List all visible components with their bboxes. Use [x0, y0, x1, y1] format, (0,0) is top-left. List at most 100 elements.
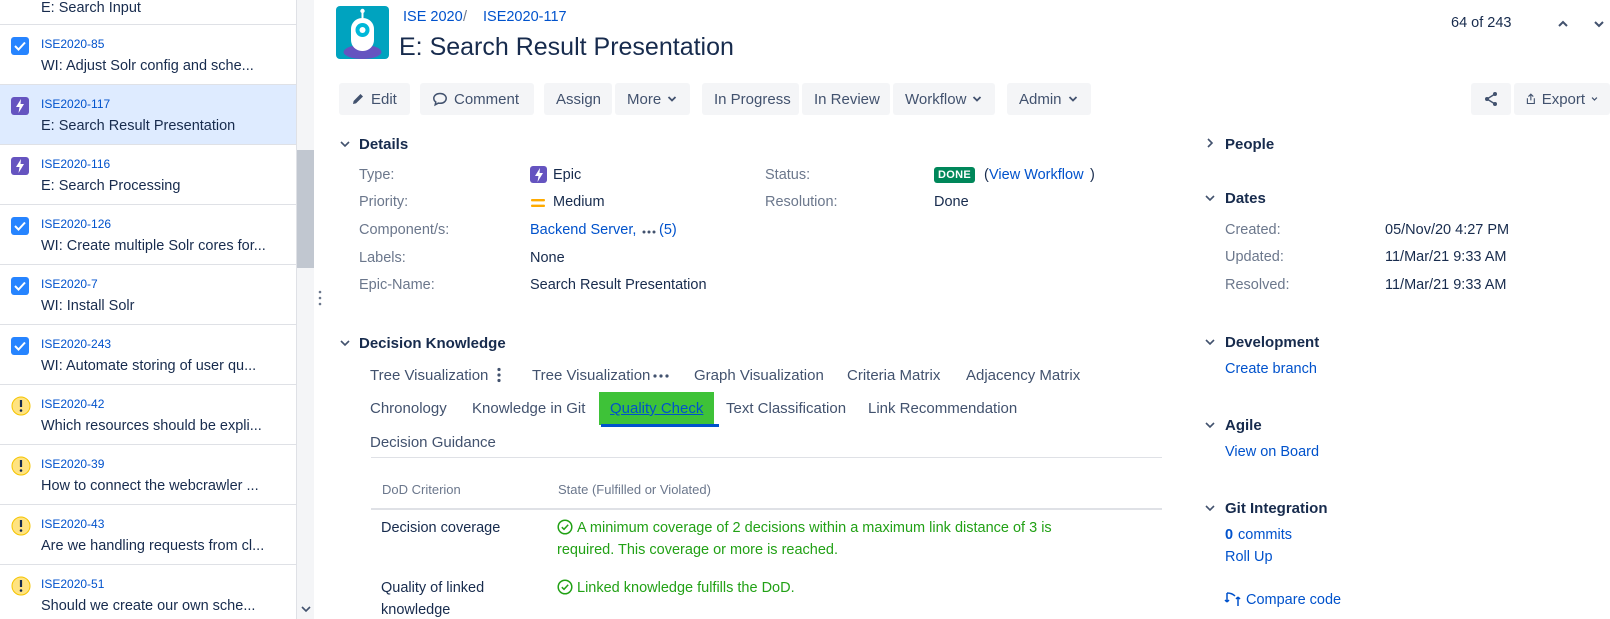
tab-tree-visualization[interactable]: Tree Visualization [370, 367, 488, 384]
chevron-down-icon[interactable] [1204, 336, 1216, 348]
details-heading[interactable]: Details [359, 136, 408, 153]
create-branch-link[interactable]: Create branch [1225, 361, 1317, 377]
issue-warning-icon [11, 576, 31, 596]
dod-criterion-text: knowledge [381, 602, 451, 618]
chevron-down-icon [668, 96, 677, 102]
edit-button[interactable]: Edit [339, 83, 410, 115]
tab-criteria-matrix[interactable]: Criteria Matrix [847, 367, 940, 384]
checkbox-icon [11, 217, 29, 235]
list-item-key[interactable]: ISE2020-42 [41, 397, 104, 411]
in-review-button[interactable]: In Review [802, 83, 890, 115]
list-item-key[interactable]: ISE2020-85 [41, 37, 104, 51]
next-issue-icon[interactable] [1589, 14, 1609, 34]
export-button[interactable]: Export [1514, 83, 1610, 115]
tab-link-recommendation[interactable]: Link Recommendation [868, 400, 1017, 417]
list-item-key[interactable]: ISE2020-117 [41, 97, 110, 111]
components-more-link[interactable]: (5) [659, 222, 677, 238]
agile-heading[interactable]: Agile [1225, 417, 1262, 434]
commits-count[interactable]: 0 [1225, 527, 1233, 543]
list-item-key[interactable]: ISE2020-116 [41, 157, 110, 171]
list-item[interactable]: ISE2020-85 WI: Adjust Solr config and sc… [0, 25, 296, 85]
dates-heading[interactable]: Dates [1225, 190, 1266, 207]
list-item[interactable]: E: Search Input [0, 0, 296, 25]
vertical-ellipsis-icon[interactable] [497, 367, 501, 383]
list-item-summary: E: Search Processing [41, 178, 181, 194]
view-workflow-link[interactable]: View Workflow [989, 167, 1084, 183]
component-link[interactable]: Backend Server, [530, 222, 636, 238]
chevron-down-icon[interactable] [1204, 419, 1216, 431]
list-scrollbar[interactable] [297, 0, 314, 619]
breadcrumb-project[interactable]: ISE 2020 [403, 9, 463, 25]
chevron-down-icon[interactable] [339, 337, 351, 349]
list-item[interactable]: ISE2020-43 Are we handling requests from… [0, 505, 296, 565]
workflow-button[interactable]: Workflow [893, 83, 995, 115]
list-item[interactable]: ISE2020-117 E: Search Result Presentatio… [0, 85, 296, 145]
tab-knowledge-in-git[interactable]: Knowledge in Git [472, 400, 585, 417]
git-integration-heading[interactable]: Git Integration [1225, 500, 1328, 517]
epic-icon [11, 157, 29, 175]
dod-criterion-text: Quality of linked [381, 580, 485, 596]
tab-adjacency-matrix[interactable]: Adjacency Matrix [966, 367, 1080, 384]
tab-text-classification[interactable]: Text Classification [726, 400, 846, 417]
assign-button[interactable]: Assign [544, 83, 612, 115]
resolution-label: Resolution: [765, 194, 838, 210]
list-item-summary: E: Search Input [41, 0, 141, 16]
labels-label: Labels: [359, 250, 406, 266]
list-item-key[interactable]: ISE2020-51 [41, 577, 104, 591]
dod-state-cell: Linked knowledge fulfills the DoD. [557, 577, 795, 599]
list-item-summary: Which resources should be expli... [41, 418, 262, 434]
tab-quality-check[interactable]: Quality Check [599, 392, 715, 425]
scroll-down-icon[interactable] [300, 603, 312, 615]
people-heading[interactable]: People [1225, 136, 1274, 153]
list-item-key[interactable]: ISE2020-39 [41, 457, 104, 471]
panel-resize-handle-icon[interactable] [318, 288, 322, 308]
list-item[interactable]: ISE2020-7 WI: Install Solr [0, 265, 296, 325]
development-heading[interactable]: Development [1225, 334, 1319, 351]
project-avatar[interactable] [336, 6, 389, 59]
share-button[interactable] [1471, 83, 1511, 115]
list-item-summary: How to connect the webcrawler ... [41, 478, 259, 494]
commits-link[interactable]: commits [1238, 527, 1292, 543]
chevron-down-icon [1591, 97, 1598, 101]
dod-state-text: Linked knowledge fulfills the DoD. [577, 580, 795, 596]
chevron-right-icon[interactable] [1204, 137, 1216, 149]
list-item-key[interactable]: ISE2020-7 [41, 277, 98, 291]
tab-tree-visualization-alt[interactable]: Tree Visualization [532, 367, 650, 384]
view-on-board-link[interactable]: View on Board [1225, 444, 1319, 460]
tab-chronology[interactable]: Chronology [370, 400, 447, 417]
epic-icon [530, 166, 547, 183]
comment-icon [433, 92, 447, 107]
epic-name-value: Search Result Presentation [530, 277, 707, 293]
edit-button-label: Edit [371, 90, 397, 108]
chevron-down-icon[interactable] [1204, 502, 1216, 514]
admin-button[interactable]: Admin [1007, 83, 1091, 115]
list-item[interactable]: ISE2020-39 How to connect the webcrawler… [0, 445, 296, 505]
chevron-down-icon[interactable] [339, 138, 351, 150]
previous-issue-icon[interactable] [1553, 14, 1573, 34]
list-item[interactable]: ISE2020-243 WI: Automate storing of user… [0, 325, 296, 385]
list-item-summary: WI: Adjust Solr config and sche... [41, 58, 254, 74]
comment-button[interactable]: Comment [420, 83, 534, 115]
list-item-key[interactable]: ISE2020-126 [41, 217, 111, 231]
breadcrumb-issue-key[interactable]: ISE2020-117 [483, 9, 567, 25]
updated-value: 11/Mar/21 9:33 AM [1385, 249, 1507, 265]
ellipsis-icon[interactable] [642, 230, 656, 234]
tab-decision-guidance[interactable]: Decision Guidance [370, 434, 496, 451]
more-button[interactable]: More [615, 83, 690, 115]
checkbox-icon [11, 337, 29, 355]
list-item[interactable]: ISE2020-42 Which resources should be exp… [0, 385, 296, 445]
list-item[interactable]: ISE2020-51 Should we create our own sche… [0, 565, 296, 619]
list-item[interactable]: ISE2020-116 E: Search Processing [0, 145, 296, 205]
list-item-key[interactable]: ISE2020-243 [41, 337, 111, 351]
roll-up-link[interactable]: Roll Up [1225, 549, 1273, 565]
list-item-key[interactable]: ISE2020-43 [41, 517, 104, 531]
page-title[interactable]: E: Search Result Presentation [399, 33, 734, 62]
chevron-down-icon[interactable] [1204, 192, 1216, 204]
ellipsis-icon[interactable] [653, 374, 669, 378]
list-scrollbar-thumb[interactable] [297, 150, 314, 268]
compare-code-link[interactable]: Compare code [1246, 592, 1341, 608]
decision-knowledge-heading[interactable]: Decision Knowledge [359, 335, 506, 352]
tab-graph-visualization[interactable]: Graph Visualization [694, 367, 824, 384]
in-progress-button[interactable]: In Progress [702, 83, 799, 115]
list-item[interactable]: ISE2020-126 WI: Create multiple Solr cor… [0, 205, 296, 265]
